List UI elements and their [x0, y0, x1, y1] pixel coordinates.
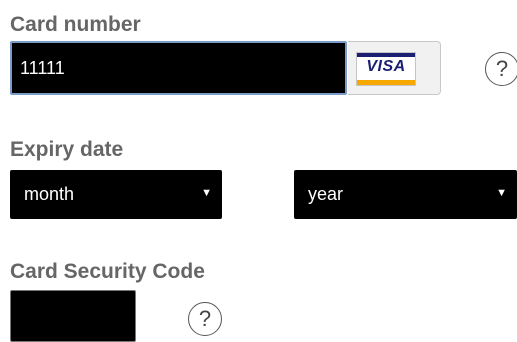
- card-security-code-input[interactable]: [10, 290, 136, 342]
- visa-bottom-stripe: [357, 80, 415, 85]
- visa-card-icon: VISA: [356, 52, 416, 86]
- chevron-down-icon: ▼: [201, 187, 212, 199]
- card-number-input[interactable]: [10, 41, 347, 95]
- card-number-help-icon[interactable]: ?: [485, 52, 517, 86]
- card-brand-box: VISA: [348, 41, 441, 95]
- expiry-month-select[interactable]: month ▼: [10, 170, 222, 219]
- expiry-year-value: year: [308, 184, 344, 204]
- card-security-code-label: Card Security Code: [10, 260, 205, 283]
- expiry-month-value: month: [24, 184, 75, 204]
- expiry-year-select[interactable]: year ▼: [294, 170, 517, 219]
- card-number-label: Card number: [10, 13, 141, 36]
- expiry-date-label: Expiry date: [10, 138, 124, 161]
- security-code-help-icon[interactable]: ?: [188, 302, 222, 336]
- visa-logo-text: VISA: [366, 58, 406, 75]
- visa-top-stripe: [357, 53, 415, 57]
- chevron-down-icon: ▼: [496, 187, 507, 199]
